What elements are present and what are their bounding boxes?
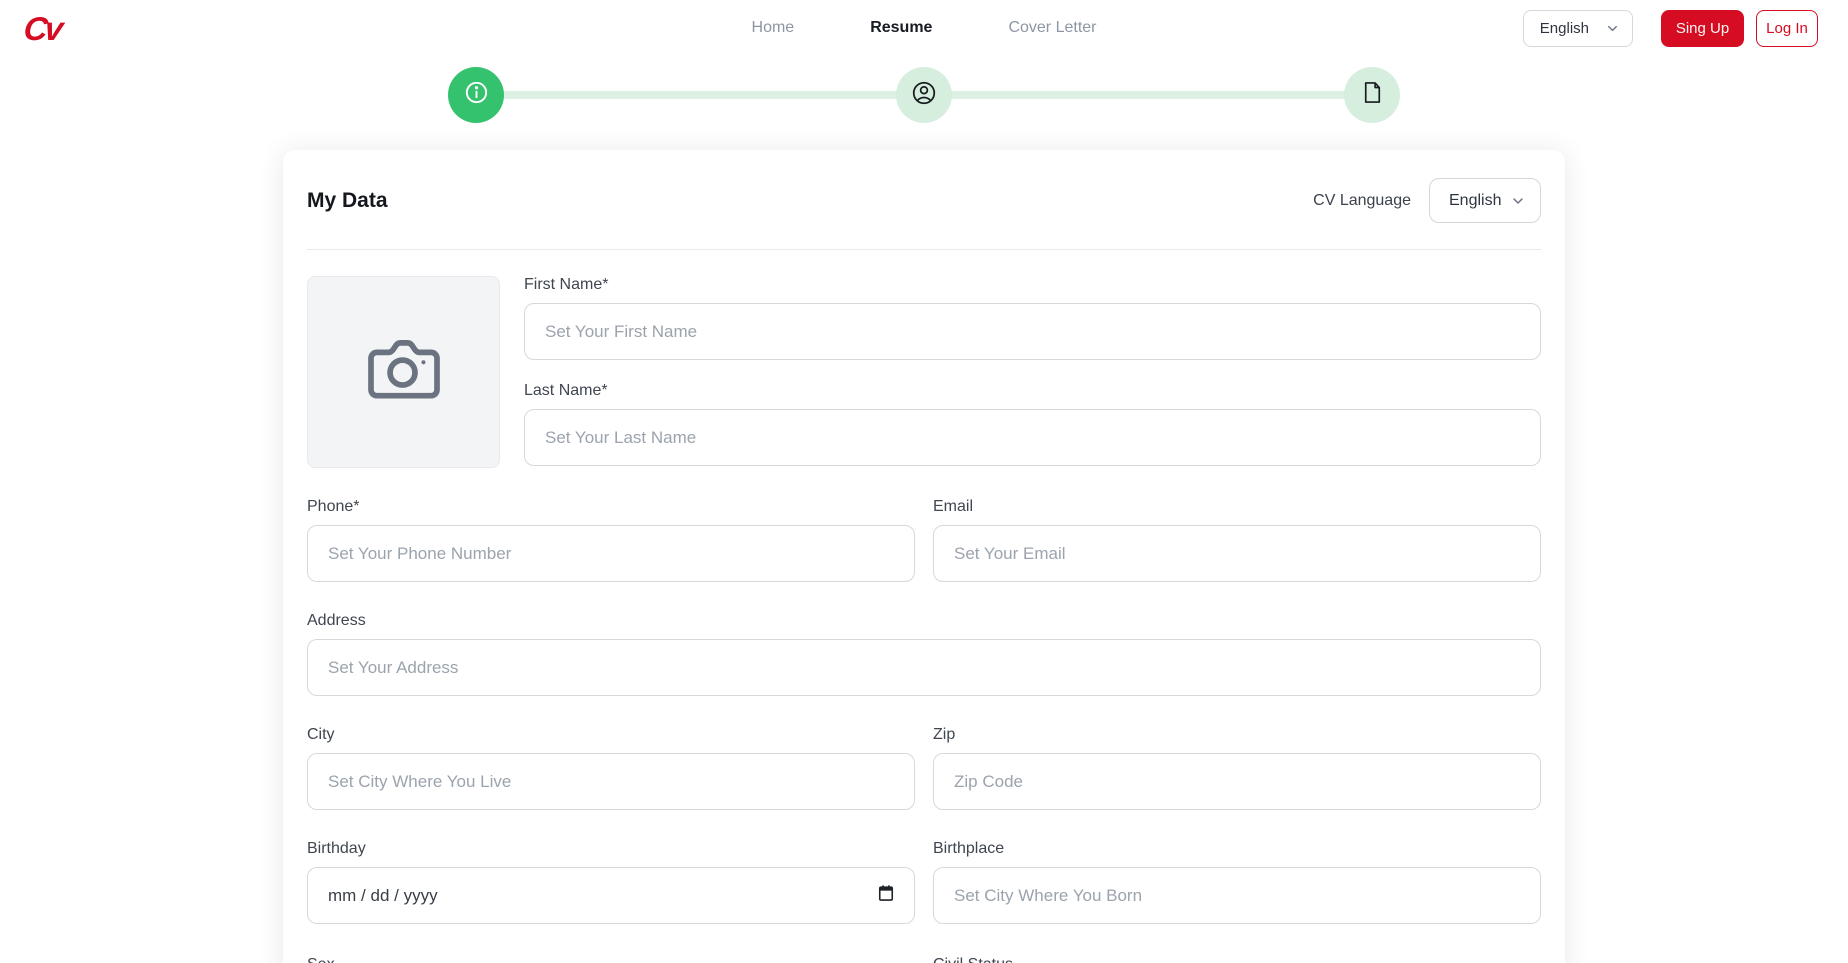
first-name-label: First Name* <box>524 276 609 293</box>
camera-icon <box>360 326 448 419</box>
photo-upload-box[interactable] <box>307 276 500 468</box>
nav-resume[interactable]: Resume <box>870 19 932 37</box>
cv-language-value: English <box>1449 191 1502 209</box>
civil-status-label: Civil Status <box>933 956 1541 963</box>
birthday-label: Birthday <box>307 840 366 857</box>
address-field-group: Address <box>307 612 1541 696</box>
address-input[interactable] <box>307 639 1541 696</box>
phone-field-group: Phone* <box>307 498 915 582</box>
info-icon <box>463 79 490 111</box>
sex-civil-status-row: Sex Civil Status <box>307 956 1541 963</box>
header-actions: English Sing Up Log In <box>1522 9 1818 47</box>
cv-language-label: CV Language <box>1313 191 1411 209</box>
birthday-field-group: Birthday mm / dd / yyyy <box>307 840 915 924</box>
cv-language-select[interactable]: English <box>1429 178 1541 223</box>
zip-input[interactable] <box>933 753 1541 810</box>
date-placeholder-text: mm / dd / yyyy <box>328 885 438 905</box>
sex-label: Sex <box>307 956 915 963</box>
last-name-field-group: Last Name* <box>524 382 1541 466</box>
city-zip-row: City Zip <box>307 726 1541 810</box>
sign-up-button[interactable]: Sing Up <box>1661 9 1744 47</box>
chevron-down-icon <box>1510 193 1526 209</box>
log-in-button[interactable]: Log In <box>1756 9 1818 47</box>
nav-cover-letter[interactable]: Cover Letter <box>1008 19 1096 37</box>
birthplace-field-group: Birthplace <box>933 840 1541 924</box>
address-label: Address <box>307 612 366 629</box>
site-language-value: English <box>1539 19 1589 37</box>
progress-stepper <box>448 67 1400 123</box>
photo-and-names-section: First Name* Last Name* <box>307 276 1541 468</box>
page-title: My Data <box>307 188 388 212</box>
last-name-label: Last Name* <box>524 382 608 399</box>
email-input[interactable] <box>933 525 1541 582</box>
civil-status-field-group: Civil Status <box>933 956 1541 963</box>
email-label: Email <box>933 498 974 515</box>
name-fields-column: First Name* Last Name* <box>524 276 1541 468</box>
first-name-field-group: First Name* <box>524 276 1541 360</box>
email-field-group: Email <box>933 498 1541 582</box>
sex-field-group: Sex <box>307 956 915 963</box>
phone-label: Phone* <box>307 498 360 515</box>
birthplace-label: Birthplace <box>933 840 1005 857</box>
card-header: My Data CV Language English <box>307 178 1541 223</box>
cv-logo[interactable]: Cv <box>22 10 62 47</box>
last-name-input[interactable] <box>524 409 1541 466</box>
file-icon <box>1360 80 1385 110</box>
zip-field-group: Zip <box>933 726 1541 810</box>
step-personal-info[interactable] <box>448 67 504 123</box>
step-document[interactable] <box>1344 67 1400 123</box>
my-data-card: My Data CV Language English First Name* … <box>283 150 1565 963</box>
user-icon <box>910 79 938 112</box>
nav-home[interactable]: Home <box>752 19 795 37</box>
top-navbar: Cv Home Resume Cover Letter English Sing… <box>0 0 1848 56</box>
birthday-date-input[interactable]: mm / dd / yyyy <box>307 867 915 924</box>
birthplace-input[interactable] <box>933 867 1541 924</box>
zip-label: Zip <box>933 726 956 743</box>
phone-email-row: Phone* Email <box>307 498 1541 582</box>
calendar-icon[interactable] <box>876 883 896 908</box>
first-name-input[interactable] <box>524 303 1541 360</box>
city-input[interactable] <box>307 753 915 810</box>
phone-input[interactable] <box>307 525 915 582</box>
address-row: Address <box>307 612 1541 696</box>
chevron-down-icon <box>1605 21 1620 36</box>
divider <box>307 249 1541 250</box>
city-label: City <box>307 726 335 743</box>
birthday-birthplace-row: Birthday mm / dd / yyyy Birthplace <box>307 840 1541 924</box>
step-profile[interactable] <box>896 67 952 123</box>
city-field-group: City <box>307 726 915 810</box>
site-language-select[interactable]: English <box>1522 9 1633 47</box>
cv-language-group: CV Language English <box>1313 178 1541 223</box>
main-nav: Home Resume Cover Letter <box>752 19 1097 37</box>
